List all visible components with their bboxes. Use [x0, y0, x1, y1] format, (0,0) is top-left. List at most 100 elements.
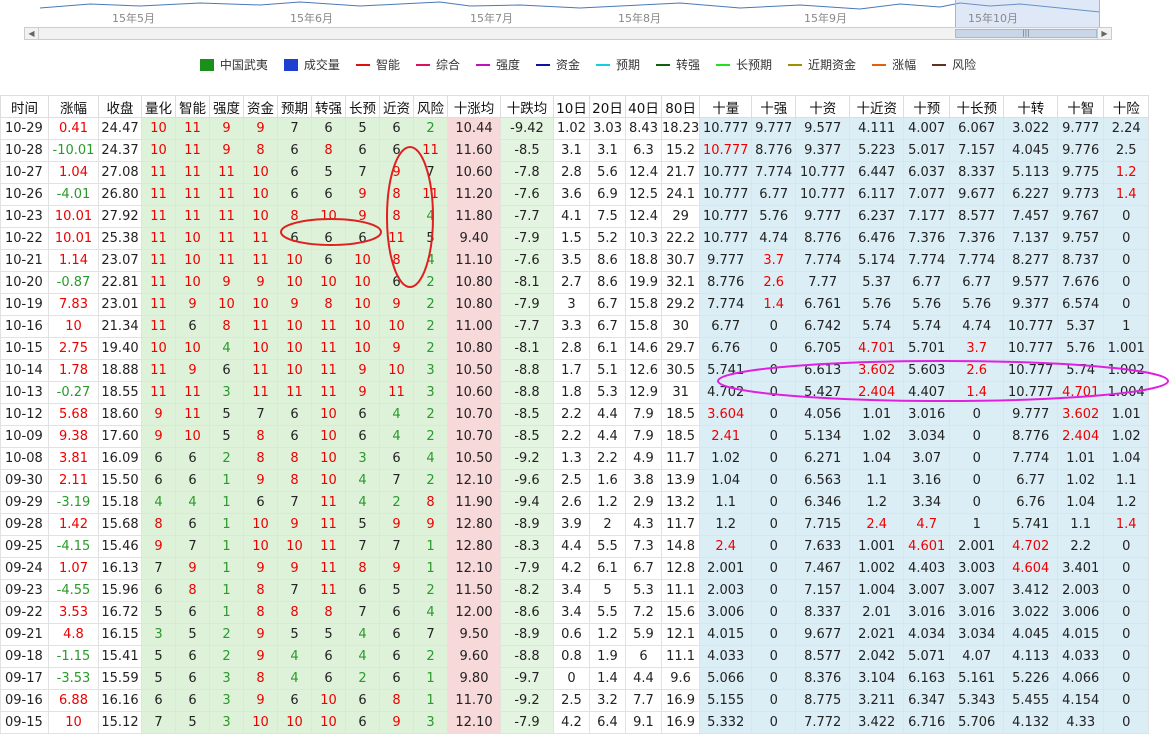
column-header[interactable]: 十险: [1103, 95, 1150, 118]
table-row[interactable]: 09-18 -1.15 15.41 5 6 2 9 4 6 4 6 2 9.60 -8.8 0.8 1.9 6 1…: [0, 645, 1150, 668]
legend-item[interactable]: 长预期: [716, 56, 772, 73]
legend-item[interactable]: 资金: [535, 56, 580, 73]
table-cell: 1: [209, 557, 244, 580]
column-header[interactable]: 20日: [589, 95, 626, 118]
legend-item[interactable]: 成交量: [283, 56, 340, 73]
column-header[interactable]: 十量: [699, 95, 753, 118]
column-header[interactable]: 近资: [379, 95, 414, 118]
navigator-scrollbar[interactable]: ◀ ||| ▶: [24, 27, 1112, 40]
table-row[interactable]: 10-22 10.01 25.38 11 10 11 11 6 6 6 11 5 9.40 -7.9 1.5…: [0, 227, 1150, 250]
table-cell: 1.1: [1103, 469, 1150, 492]
table-cell: 10: [141, 337, 176, 360]
table-cell: 10: [311, 447, 346, 470]
table-row[interactable]: 10-28 -10.01 24.37 10 11 9 8 6 8 6 6 11 11.60 -8.5 3.1…: [0, 139, 1150, 162]
table-row[interactable]: 09-30 2.11 15.50 6 6 1 9 8 10 4 7 2 12.10 -9.6 2.5 1.6 3…: [0, 469, 1150, 492]
table-row[interactable]: 09-21 4.8 16.15 3 5 2 9 5 5 4 6 7 9.50 -8.9 0.6 1.2 5.9 1…: [0, 623, 1150, 646]
column-header[interactable]: 十转: [1003, 95, 1059, 118]
table-row[interactable]: 10-12 5.68 18.60 9 11 5 7 6 10 6 4 2 10.70 -8.5 2.2 4.4…: [0, 403, 1150, 426]
table-row[interactable]: 09-25 -4.15 15.46 9 7 1 10 10 11 7 7 1 12.80 -8.3 4.4 5…: [0, 535, 1150, 558]
table-row[interactable]: 09-16 6.88 16.16 6 6 3 9 6 10 6 8 1 11.70 -9.2 2.5 3.2 7…: [0, 689, 1150, 712]
legend-item[interactable]: 中国武夷: [199, 56, 268, 73]
table-cell: 9: [379, 161, 414, 184]
table-row[interactable]: 09-29 -3.19 15.18 4 4 1 6 7 11 4 2 8 11.90 -9.4 2.6 1.2…: [0, 491, 1150, 514]
table-cell: 1.2: [589, 623, 626, 646]
legend-item[interactable]: 风险: [932, 56, 976, 73]
table-row[interactable]: 10-15 2.75 19.40 10 10 4 10 10 11 10 9 2 10.80 -8.1 2.…: [0, 337, 1150, 360]
column-header[interactable]: 10日: [553, 95, 590, 118]
table-cell: 11.7: [660, 447, 701, 470]
table-cell: 10.80: [447, 293, 501, 316]
table-cell: 11: [141, 271, 176, 294]
table-cell: 9.777: [1003, 403, 1059, 426]
column-header[interactable]: 涨幅: [48, 95, 99, 118]
table-cell: 5.155: [699, 689, 753, 712]
column-header[interactable]: 十跌均: [500, 95, 554, 118]
legend-item[interactable]: 近期资金: [788, 56, 856, 73]
month-label: 15年6月: [290, 12, 333, 25]
table-row[interactable]: 09-23 -4.55 15.96 6 8 1 8 7 11 6 5 2 11.50 -8.2 3.4 5 5.…: [0, 579, 1150, 602]
column-header[interactable]: 十长预: [949, 95, 1005, 118]
table-row[interactable]: 09-28 1.42 15.68 8 6 1 10 9 11 5 9 9 12.80 -8.9 3.9 2 4.…: [0, 513, 1150, 536]
table-row[interactable]: 10-26 -4.01 26.80 11 11 11 10 6 6 9 8 11 11.20 -7.6 3.…: [0, 183, 1150, 206]
column-header[interactable]: 转强: [311, 95, 346, 118]
table-cell: 14.6: [625, 337, 662, 360]
legend-item[interactable]: 综合: [415, 56, 460, 73]
column-header[interactable]: 十涨均: [447, 95, 501, 118]
scroll-left-arrow-icon[interactable]: ◀: [25, 28, 39, 39]
scroll-thumb[interactable]: |||: [955, 29, 1097, 38]
column-header[interactable]: 预期: [277, 95, 312, 118]
legend-item[interactable]: 涨幅: [872, 56, 916, 73]
table-row[interactable]: 10-27 1.04 27.08 11 11 11 10 6 5 7 9 7 10.60 -7.8 2.8 5…: [0, 161, 1150, 184]
column-header[interactable]: 时间: [0, 95, 49, 118]
table-row[interactable]: 09-17 -3.53 15.59 5 6 3 8 4 6 2 6 1 9.80 -9.7 0 1.4 4.4 9…: [0, 667, 1150, 690]
table-cell: 12.4: [625, 205, 662, 228]
table-cell: 9: [141, 425, 176, 448]
table-cell: -8.1: [500, 271, 554, 294]
table-row[interactable]: 10-19 7.83 23.01 11 9 10 10 9 8 10 9 2 10.80 -7.9 3 6.7…: [0, 293, 1150, 316]
legend-item[interactable]: 转强: [656, 56, 700, 73]
table-row[interactable]: 10-23 10.01 27.92 11 11 11 10 8 10 9 8 4 11.80 -7.7 4.…: [0, 205, 1150, 228]
column-header[interactable]: 40日: [625, 95, 662, 118]
table-cell: 2.8: [553, 337, 590, 360]
table-row[interactable]: 09-24 1.07 16.13 7 9 1 9 9 11 8 9 1 12.10 -7.9 4.2 6.1 6…: [0, 557, 1150, 580]
column-header[interactable]: 十资: [795, 95, 851, 118]
table-row[interactable]: 09-22 3.53 16.72 5 6 1 8 8 8 7 6 4 12.00 -8.6 3.4 5.5 7.…: [0, 601, 1150, 624]
table-cell: 1.004: [1103, 381, 1150, 404]
table-cell: 6: [379, 117, 414, 140]
table-row[interactable]: 10-29 0.41 24.47 10 11 9 9 7 6 5 6 2 10.44 -9.42 1.02 3…: [0, 117, 1150, 140]
table-cell: 6.227: [1003, 183, 1059, 206]
column-header[interactable]: 十强: [751, 95, 797, 118]
column-header[interactable]: 十近资: [849, 95, 905, 118]
column-header[interactable]: 资金: [243, 95, 278, 118]
table-cell: 4.33: [1057, 711, 1105, 734]
column-header[interactable]: 风险: [413, 95, 448, 118]
table-cell: 9.777: [699, 249, 753, 272]
scroll-right-arrow-icon[interactable]: ▶: [1097, 28, 1111, 39]
table-row[interactable]: 10-21 1.14 23.07 11 10 11 11 10 6 10 8 4 11.10 -7.6 3.…: [0, 249, 1150, 272]
legend-label: 成交量: [303, 58, 340, 72]
table-row[interactable]: 10-08 3.81 16.09 6 6 2 8 8 10 3 6 4 10.50 -9.2 1.3 2.2 4…: [0, 447, 1150, 470]
column-header[interactable]: 长预: [345, 95, 380, 118]
table-cell: 2: [413, 425, 448, 448]
table-row[interactable]: 10-14 1.78 18.88 11 9 6 11 10 11 9 10 3 10.50 -8.8 1.7…: [0, 359, 1150, 382]
legend-item[interactable]: 强度: [475, 56, 520, 73]
table-cell: 10.3: [625, 227, 662, 250]
table-row[interactable]: 09-15 10 15.12 7 5 3 10 10 10 6 9 3 12.10 -7.9 4.2 6.4 9…: [0, 711, 1150, 734]
table-row[interactable]: 10-20 -0.87 22.81 11 10 9 9 10 10 10 6 2 10.80 -8.1 2.…: [0, 271, 1150, 294]
column-header[interactable]: 十智: [1057, 95, 1105, 118]
column-header[interactable]: 强度: [209, 95, 244, 118]
column-header[interactable]: 收盘: [98, 95, 142, 118]
column-header[interactable]: 80日: [660, 95, 701, 118]
column-header[interactable]: 智能: [175, 95, 210, 118]
table-row[interactable]: 10-13 -0.27 18.55 11 11 3 11 11 11 9 11 3 10.60 -8.8 1…: [0, 381, 1150, 404]
column-header[interactable]: 十预: [903, 95, 951, 118]
table-cell: 09-25: [0, 535, 49, 558]
time-navigator[interactable]: 15年5月 15年6月 15年7月 15年8月 15年9月 15年10月 ◀ |…: [0, 0, 1176, 45]
table-cell: 2: [379, 491, 414, 514]
legend-item[interactable]: 智能: [355, 56, 400, 73]
table-row[interactable]: 10-16 10 21.34 11 6 8 11 10 11 10 10 2 11.00 -7.7 3.3 6…: [0, 315, 1150, 338]
column-header[interactable]: 量化: [141, 95, 176, 118]
legend-item[interactable]: 预期: [596, 56, 640, 73]
table-cell: 4.407: [903, 381, 951, 404]
table-row[interactable]: 10-09 9.38 17.60 9 10 5 8 6 10 6 4 2 10.70 -8.5 2.2 4.4…: [0, 425, 1150, 448]
